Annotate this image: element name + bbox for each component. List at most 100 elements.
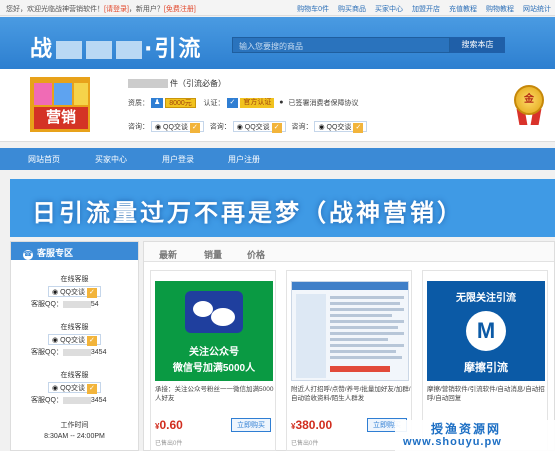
service-panel-header: ☎ 客服专区 [11,242,138,260]
check-icon: ✓ [271,123,282,133]
working-hours: 工作时间 8:30AM -- 24:00PM [11,420,138,440]
nav-login[interactable]: 用户登录 [162,154,194,165]
logo-blurred [86,41,113,59]
open-shop-link[interactable]: 加盟开店 [412,6,440,13]
product-title[interactable]: 承接：关注公众号粉丝一一微信加满5000人好友 [155,385,275,413]
service-qq-number: 客服QQ： 3454 [11,347,138,357]
product-card[interactable]: 附近人打招呼/点赞/养号/批量加好友/加群/自动验收资料/陌生人群发 ¥380.… [286,270,412,451]
buy-goods-link[interactable]: 购买商品 [338,6,366,13]
site-header: 战 ·引流 输入您要搜的商品 搜索本店 [0,17,555,69]
new-user-text: ，新用户？ [128,6,164,13]
product-image[interactable] [291,281,409,381]
qq-penguin-icon: ◉ [52,337,59,344]
promo-banner[interactable]: 日引流量过万不再是梦（战神营销） [10,179,555,237]
shop-info: 营销 件（引流必备） 资质： ♟ 8000元 认证： ✓ 官方认证 ● 已签署消… [0,69,555,142]
qq-chat-button[interactable]: ◉ QQ交谈 ✓ [314,121,368,133]
software-sidebar [296,294,326,378]
main-nav: 网站首页 买家中心 用户登录 用户注册 [0,148,555,170]
product-price: ¥380.00 [291,418,333,432]
buy-now-button[interactable]: 立即购买 [231,418,271,432]
qq-chat-button[interactable]: ◉ QQ交谈 ✓ [48,334,101,346]
gold-medal-icon: 金 [510,77,548,125]
check-icon: ✓ [189,123,200,133]
top-bar: 您好，欢迎光临战神营销软件！[请登录]，新用户？[免费注册] 购物车0件 购买商品… [0,0,555,16]
top-bar-left: 您好，欢迎光临战神营销软件！[请登录]，新用户？[免费注册] [6,4,196,14]
site-logo[interactable]: 战 ·引流 [30,31,202,63]
headset-icon: ☎ [23,250,33,260]
watermark: 授渔资源网 www.shouyu.pw [395,420,555,451]
service-entry: 在线客服 ◉ QQ交谈 ✓ 客服QQ： 54 [11,274,138,309]
consult-label: 咨询： [291,123,313,131]
qq-chat-button[interactable]: ◉ QQ交谈 ✓ [48,382,101,394]
search-input[interactable]: 输入您要搜的商品 [232,37,450,53]
nav-home[interactable]: 网站首页 [28,154,60,165]
service-qq-digits: 54 [90,301,99,308]
recharge-guide-link[interactable]: 充值教程 [449,6,477,13]
shop-logo: 营销 [30,77,90,132]
customer-service-panel: ☎ 客服专区 在线客服 ◉ QQ交谈 ✓ 客服QQ： 54 在线客服 ◉ QQ交谈 ✓ … [10,241,139,451]
qq-penguin-icon: ◉ [236,124,243,131]
shopping-guide-link[interactable]: 购物教程 [486,6,514,13]
logo-blurred [116,41,143,59]
shop-qualifications: 资质： ♟ 8000元 认证： ✓ 官方认证 ● 已签署消费者保障协议 [128,98,359,109]
login-link[interactable]: [请登录] [104,6,129,13]
register-link[interactable]: [免费注册] [164,6,196,13]
product-title[interactable]: 摩擦/营销软件/引流软件/自动消息/自动招呼/自动回复 [427,385,547,413]
qq-chat-label: QQ交谈 [163,124,188,131]
qualification-label: 资质： [128,100,149,107]
product-price: ¥0.60 [155,418,183,432]
logo-blurred [56,41,83,59]
online-label: 在线客服 [60,372,89,379]
greeting-text: 您好，欢迎光临战神营销软件！ [6,6,104,13]
product-image-line1: 关注公众号 [189,347,239,358]
service-panel-title: 客服专区 [37,248,74,258]
software-red-bar [330,366,390,372]
service-entry: 在线客服 ◉ QQ交谈 ✓ 客服QQ： 3454 [11,322,138,357]
service-qq-prefix: 客服QQ： [31,349,63,356]
nav-buyer-center[interactable]: 买家中心 [95,154,127,165]
check-icon: ✓ [353,123,364,133]
official-auth-badge: 官方认证 [240,98,275,109]
product-title[interactable]: 附近人打招呼/点赞/养号/批量加好友/加群/自动验收资料/陌生人群发 [291,385,411,413]
shop-consult: 咨询： ◉ QQ交谈 ✓ 咨询： ◉ QQ交谈 ✓ 咨询： ◉ QQ交谈 ✓ [128,121,368,133]
level-badge: 8000元 [165,98,196,109]
logo-tile [34,83,52,105]
tab-newest[interactable]: 最新 [159,248,177,261]
watermark-line1: 授渔资源网 [431,422,502,436]
product-price-value: 0.60 [159,418,183,432]
qq-chat-label: QQ交谈 [326,124,352,131]
qq-chat-button[interactable]: ◉ QQ交谈 ✓ [150,121,204,133]
service-entry: 在线客服 ◉ QQ交谈 ✓ 客服QQ： 3454 [11,370,138,405]
logo-prefix: 战 [30,37,55,62]
hours-value: 8:30AM -- 24:00PM [44,433,105,440]
m-logo-icon: M [466,311,506,351]
logo-tile [54,83,72,105]
service-qq-digits: 3454 [90,397,107,404]
site-stats-link[interactable]: 网站统计 [523,6,551,13]
qq-chat-button[interactable]: ◉ QQ交谈 ✓ [232,121,286,133]
service-qq-number: 客服QQ： 3454 [11,395,138,405]
tab-sales[interactable]: 销量 [204,248,222,261]
qq-penguin-icon: ◉ [52,385,59,392]
search-button[interactable]: 搜索本店 [450,37,505,53]
product-image[interactable]: 无限关注引流 M 摩擦引流 [427,281,545,381]
check-icon: ✓ [86,384,97,394]
protect-text: 已签署消费者保障协议 [288,100,359,107]
qq-chat-label: QQ交谈 [60,289,85,296]
cart-link[interactable]: 购物车0件 [297,6,329,13]
service-qq-prefix: 客服QQ： [31,301,63,308]
buyer-center-link[interactable]: 买家中心 [375,6,403,13]
tab-price[interactable]: 价格 [247,248,265,261]
medal-disc: 金 [514,85,544,115]
qq-number-blurred [62,300,91,308]
qq-chat-button[interactable]: ◉ QQ交谈 ✓ [48,286,101,298]
consult-label: 咨询： [128,123,149,131]
product-card[interactable]: 关注公众号 微信号加满5000人 承接：关注公众号粉丝一一微信加满5000人好友… [150,270,276,451]
product-sold-count: 已售出0件 [155,441,183,447]
product-sold-count: 已售出0件 [291,441,319,447]
top-links: 购物车0件 购买商品 买家中心 加盟开店 充值教程 购物教程 网站统计 [288,4,551,14]
qq-chat-label: QQ交谈 [60,385,85,392]
product-image[interactable]: 关注公众号 微信号加满5000人 [155,281,273,381]
qq-chat-label: QQ交谈 [60,337,85,344]
nav-register[interactable]: 用户注册 [228,154,260,165]
